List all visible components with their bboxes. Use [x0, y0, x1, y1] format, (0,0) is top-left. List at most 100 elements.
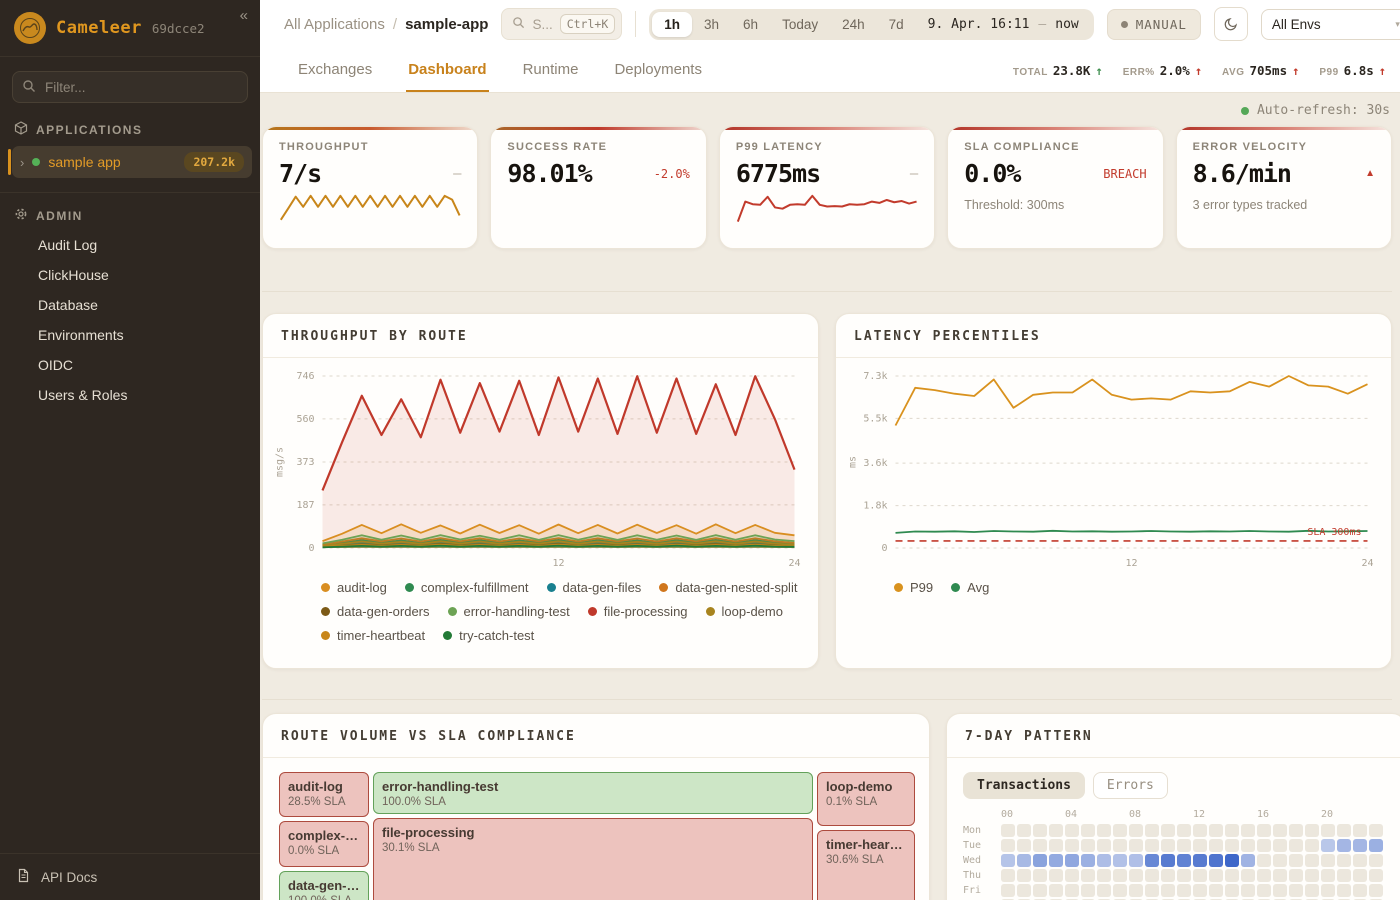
heatmap-cell — [1225, 839, 1239, 852]
treemap-cell-error-handling-test[interactable]: error-handling-test100.0% SLA — [373, 772, 813, 814]
svg-text:ms: ms — [848, 456, 859, 468]
stat-value: 2.0% — [1160, 63, 1190, 78]
kpi-card-p99-latency: P99 LATENCY6775ms– — [719, 126, 935, 249]
sidebar-item-oidc[interactable]: OIDC — [0, 350, 260, 380]
tab-dashboard[interactable]: Dashboard — [406, 61, 488, 92]
heatmap-cell — [1161, 824, 1175, 837]
sidebar-item-environments[interactable]: Environments — [0, 320, 260, 350]
legend-item-avg[interactable]: Avg — [951, 580, 989, 595]
legend-label: data-gen-orders — [337, 604, 430, 619]
breadcrumb-root[interactable]: All Applications — [284, 16, 385, 33]
legend-item-try-catch-test[interactable]: try-catch-test — [443, 628, 534, 643]
time-range-24h[interactable]: 24h — [830, 12, 877, 37]
legend-item-error-handling-test[interactable]: error-handling-test — [448, 604, 570, 619]
treemap-cell-file-processing[interactable]: file-processing30.1% SLA — [373, 818, 813, 900]
svg-text:187: 187 — [296, 500, 314, 511]
heatmap-cell — [1273, 869, 1287, 882]
time-range-today[interactable]: Today — [770, 12, 830, 37]
legend-item-complex-fulfillment[interactable]: complex-fulfillment — [405, 580, 529, 595]
heatmap-cell — [1225, 824, 1239, 837]
tab-exchanges[interactable]: Exchanges — [296, 61, 374, 92]
svg-text:1.8k: 1.8k — [863, 501, 887, 512]
global-search[interactable]: S... Ctrl+K — [501, 8, 622, 40]
sidebar-item-audit-log[interactable]: Audit Log — [0, 230, 260, 260]
cameleer-logo — [14, 12, 46, 44]
tab-runtime[interactable]: Runtime — [521, 61, 581, 92]
app-root: Cameleer 69dcce2 « APPLICATIONS › sample… — [0, 0, 1400, 900]
heatmap-cell — [1065, 839, 1079, 852]
date-range-display[interactable]: 9. Apr. 16:11 – now — [916, 17, 1091, 32]
moon-icon — [1223, 16, 1239, 32]
legend-dot — [321, 583, 330, 592]
kpi-title: SLA COMPLIANCE — [964, 141, 1146, 153]
sidebar-item-database[interactable]: Database — [0, 290, 260, 320]
heatmap-cell — [1049, 839, 1063, 852]
legend-item-loop-demo[interactable]: loop-demo — [706, 604, 783, 619]
heatmap-cell — [1337, 884, 1351, 897]
heatmap-cell — [1241, 854, 1255, 867]
heatmap-cell — [1337, 854, 1351, 867]
heatmap-hour-label — [1369, 809, 1383, 822]
kpi-value: 98.01% — [507, 159, 591, 188]
manual-refresh-button[interactable]: MANUAL — [1107, 9, 1201, 40]
legend-item-file-processing[interactable]: file-processing — [588, 604, 688, 619]
time-range-1h[interactable]: 1h — [652, 12, 692, 37]
breadcrumb: All Applications / sample-app — [284, 16, 488, 33]
heatmap-cell — [1193, 869, 1207, 882]
heatmap-hour-label — [1081, 809, 1095, 822]
legend-item-data-gen-nested-split[interactable]: data-gen-nested-split — [659, 580, 797, 595]
heatmap-cell — [1113, 854, 1127, 867]
heatmap-hour-label — [1113, 809, 1127, 822]
treemap-cell-complex-fulfillment[interactable]: complex-fulfillment0.0% SLA — [279, 821, 369, 867]
heatmap-mode-transactions[interactable]: Transactions — [963, 772, 1085, 799]
treemap-cell-loop-demo[interactable]: loop-demo0.1% SLA — [817, 772, 915, 826]
latency-legend: P99 Avg — [836, 574, 1391, 595]
heatmap-cell — [1129, 839, 1143, 852]
heatmap-cell — [1241, 824, 1255, 837]
search-icon — [22, 79, 36, 98]
time-range-7d[interactable]: 7d — [877, 12, 916, 37]
heatmap-cell — [1369, 854, 1383, 867]
svg-text:24: 24 — [788, 558, 800, 569]
svg-text:746: 746 — [296, 371, 314, 382]
treemap-cell-data-gen-files[interactable]: data-gen-files100.0% SLA — [279, 871, 369, 900]
sidebar-item-clickhouse[interactable]: ClickHouse — [0, 260, 260, 290]
kpi-value-row: 8.6/min▲ — [1193, 159, 1375, 188]
sidebar-item-api-docs[interactable]: API Docs — [0, 853, 260, 900]
kpi-sparkline — [279, 193, 461, 227]
legend-item-data-gen-orders[interactable]: data-gen-orders — [321, 604, 430, 619]
env-select[interactable]: All Envs ▾ — [1261, 9, 1400, 40]
heatmap-mode-errors[interactable]: Errors — [1093, 772, 1168, 799]
heatmap-cell — [1353, 839, 1367, 852]
legend-item-audit-log[interactable]: audit-log — [321, 580, 387, 595]
applications-section-label: APPLICATIONS — [0, 109, 260, 144]
tab-deployments[interactable]: Deployments — [612, 61, 704, 92]
heatmap-mode-toggles: Transactions Errors — [963, 772, 1389, 799]
heatmap-cell — [1113, 839, 1127, 852]
legend-dot — [659, 583, 668, 592]
treemap-cell-sla: 100.0% SLA — [288, 895, 360, 900]
sidebar-item-users-roles[interactable]: Users & Roles — [0, 380, 260, 410]
time-range-6h[interactable]: 6h — [731, 12, 770, 37]
sidebar-item-sample-app[interactable]: › sample app 207.2k — [12, 146, 252, 178]
heatmap-cell — [1321, 824, 1335, 837]
sidebar-collapse-icon[interactable]: « — [240, 7, 248, 24]
legend-label: error-handling-test — [464, 604, 570, 619]
treemap-cell-audit-log[interactable]: audit-log28.5% SLA — [279, 772, 369, 817]
treemap-cell-timer-heartbeat[interactable]: timer-heartbeat30.6% SLA — [817, 830, 915, 900]
treemap: audit-log28.5% SLAcomplex-fulfillment0.0… — [279, 772, 913, 900]
filter-input[interactable] — [12, 71, 248, 103]
heatmap-cell — [1353, 854, 1367, 867]
time-range-3h[interactable]: 3h — [692, 12, 731, 37]
heatmap-cell — [1177, 869, 1191, 882]
heatmap-cell — [1033, 869, 1047, 882]
heatmap-cell — [1097, 854, 1111, 867]
legend-item-data-gen-files[interactable]: data-gen-files — [547, 580, 642, 595]
kpi-value-row: 98.01%-2.0% — [507, 159, 689, 188]
legend-item-timer-heartbeat[interactable]: timer-heartbeat — [321, 628, 425, 643]
manual-dot — [1121, 21, 1128, 28]
legend-item-p99[interactable]: P99 — [894, 580, 933, 595]
heatmap-cell — [1209, 854, 1223, 867]
section-separator — [262, 699, 1392, 700]
dark-mode-toggle[interactable] — [1214, 7, 1248, 41]
